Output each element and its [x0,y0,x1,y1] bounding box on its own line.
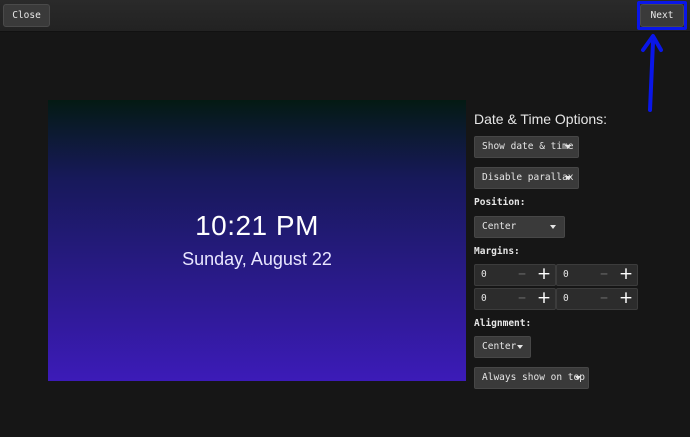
position-dropdown[interactable]: Center [474,216,565,238]
plus-icon[interactable]: + [535,265,553,285]
minus-icon[interactable]: − [597,265,611,285]
plus-icon[interactable]: + [535,289,553,309]
plus-icon[interactable]: + [617,265,635,285]
preview-date: Sunday, August 22 [182,249,332,269]
lockscreen-preview: 10:21 PM Sunday, August 22 [48,100,466,381]
parallax-dropdown[interactable]: Disable parallax [474,167,579,189]
margin-bottom-value: 0 [481,293,487,304]
alignment-value: Center [482,341,517,352]
show-mode-dropdown[interactable]: Show date & time [474,136,579,158]
visibility-dropdown[interactable]: Always show on top [474,367,589,389]
close-button[interactable]: Close [3,4,50,27]
margins-label: Margins: [474,246,520,257]
visibility-value: Always show on top [482,372,585,383]
position-label: Position: [474,197,526,208]
minus-icon[interactable]: − [515,289,529,309]
show-mode-value: Show date & time [482,141,574,152]
top-toolbar [0,0,690,32]
chevron-down-icon [550,225,556,229]
pointer-arrow-icon [641,34,663,112]
margin-left-value: 0 [563,293,569,304]
chevron-down-icon [575,376,581,380]
plus-icon[interactable]: + [617,289,635,309]
position-value: Center [482,221,517,232]
margin-left-stepper[interactable]: 0 − + [556,288,638,310]
margin-right-stepper[interactable]: 0 − + [556,264,638,286]
options-title: Date & Time Options: [474,111,608,127]
chevron-down-icon [565,145,571,149]
margin-top-value: 0 [481,269,487,280]
preview-time: 10:21 PM [195,210,319,241]
chevron-down-icon [565,176,571,180]
minus-icon[interactable]: − [597,289,611,309]
margin-top-stepper[interactable]: 0 − + [474,264,556,286]
parallax-value: Disable parallax [482,172,574,183]
next-button[interactable]: Next [640,4,684,27]
chevron-down-icon [517,345,523,349]
margin-bottom-stepper[interactable]: 0 − + [474,288,556,310]
margin-right-value: 0 [563,269,569,280]
minus-icon[interactable]: − [515,265,529,285]
alignment-label: Alignment: [474,318,532,329]
alignment-dropdown[interactable]: Center [474,336,531,358]
